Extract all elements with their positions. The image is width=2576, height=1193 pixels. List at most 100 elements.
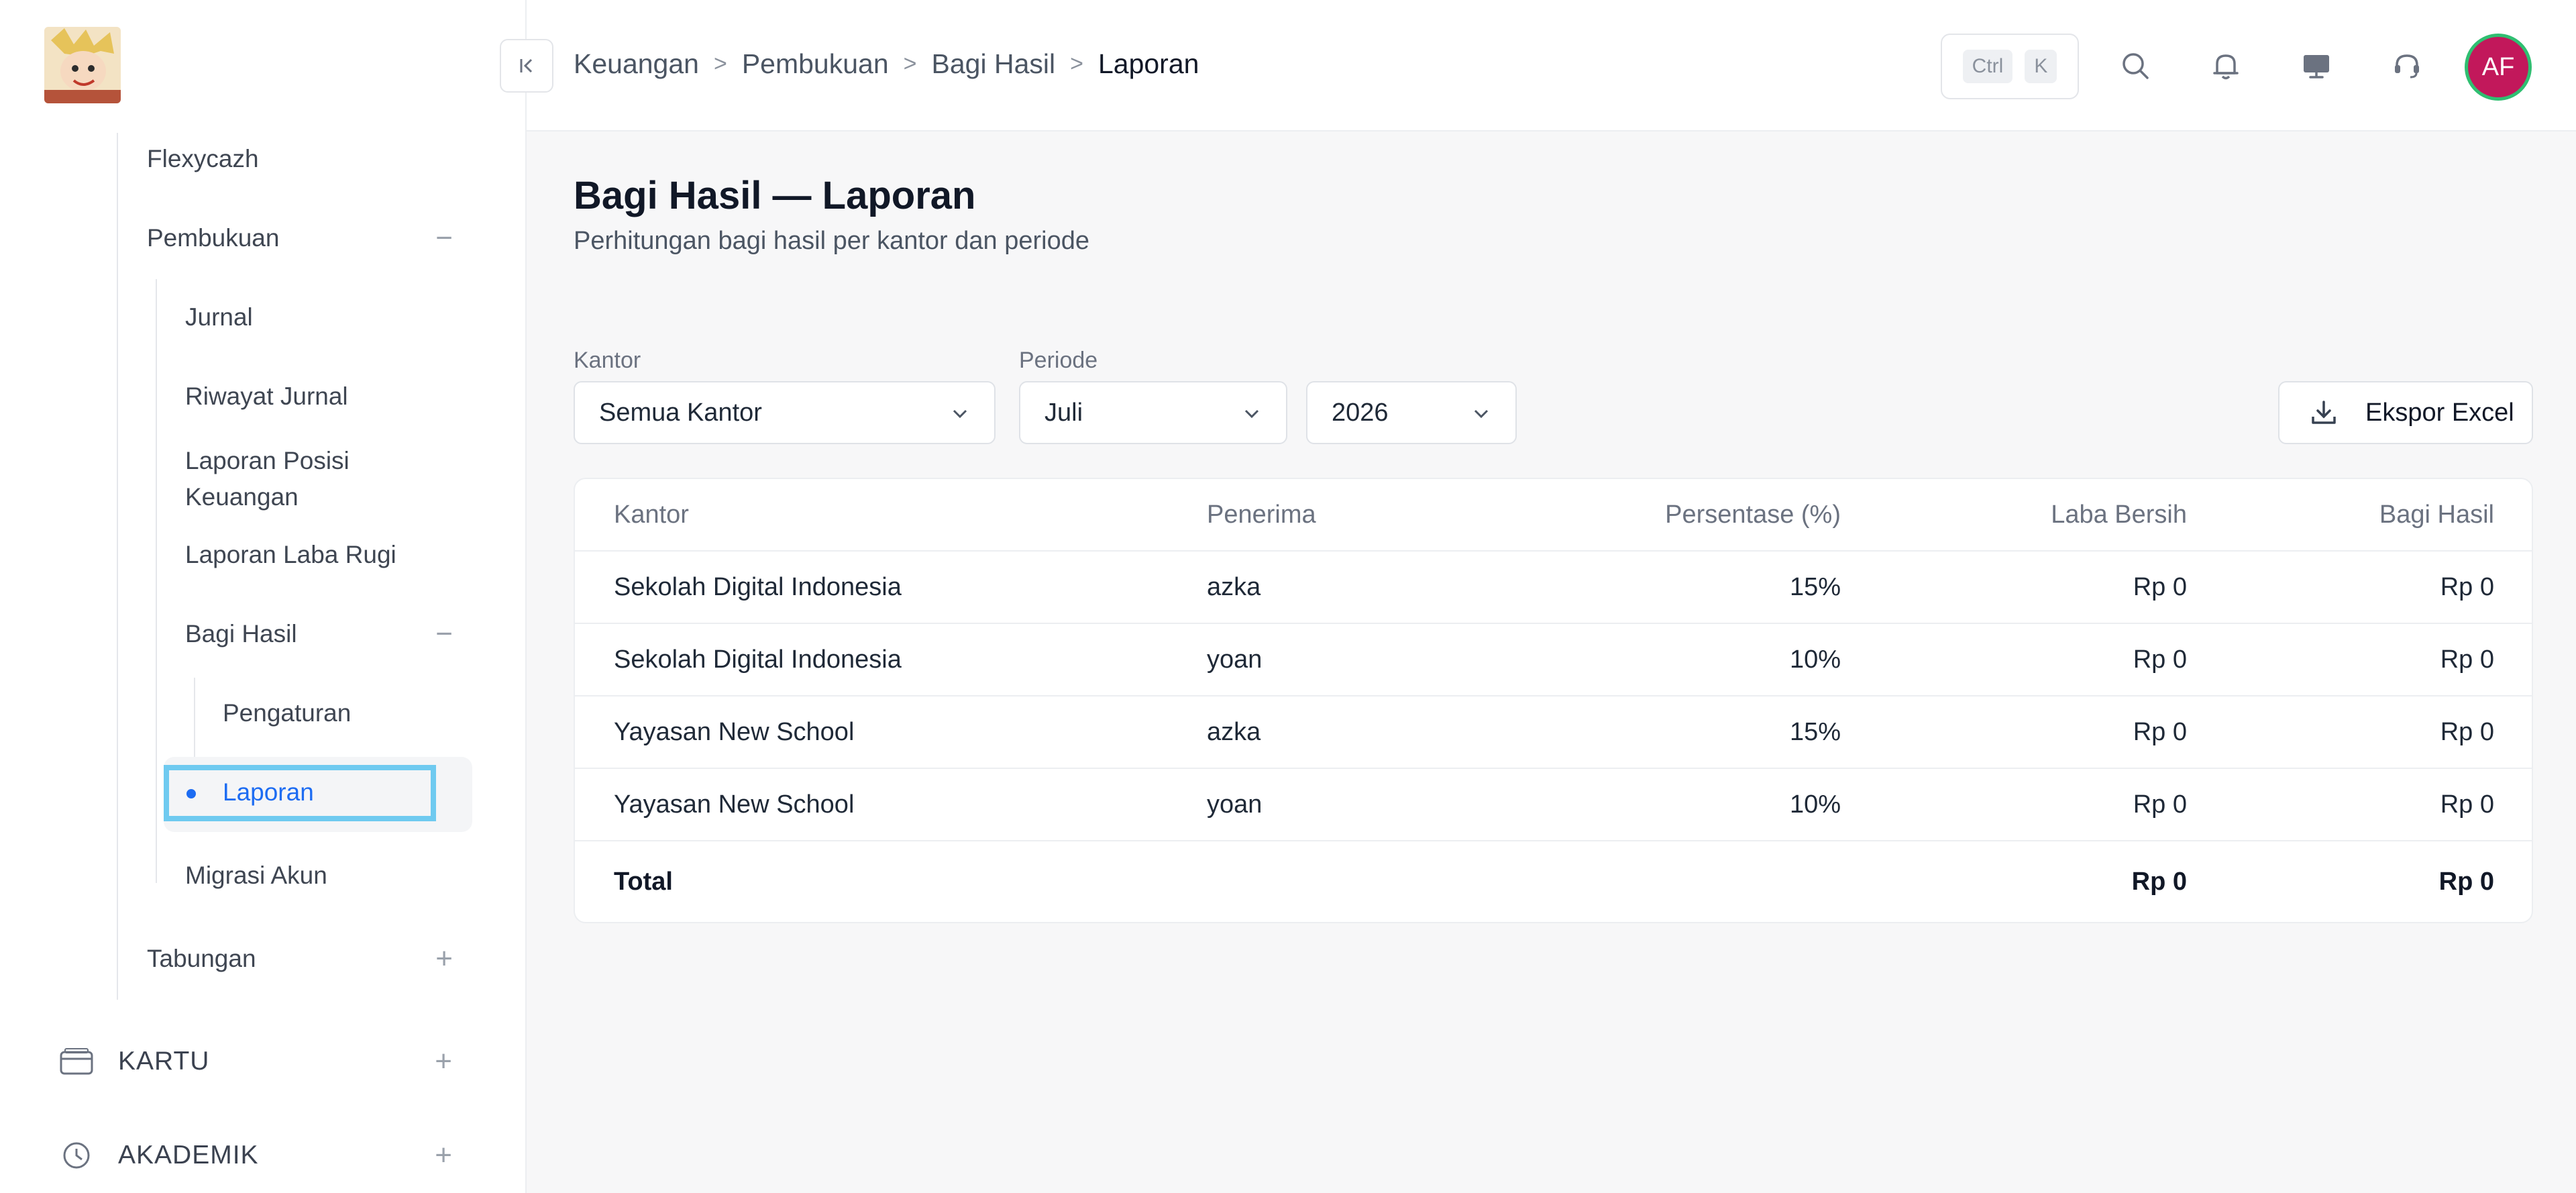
tree-line	[156, 279, 157, 883]
user-avatar[interactable]: AF	[2465, 34, 2532, 101]
export-excel-button[interactable]: Ekspor Excel	[2278, 381, 2533, 444]
total-laba-bersih: Rp 0	[2131, 867, 2187, 896]
cell-kantor: Yayasan New School	[614, 790, 855, 819]
app-logo[interactable]	[44, 27, 121, 103]
cell-bagi-hasil: Rp 0	[2440, 717, 2494, 746]
cell-laba-bersih: Rp 0	[2133, 717, 2187, 746]
cell-laba-bersih: Rp 0	[2133, 572, 2187, 601]
kbd-k: K	[2025, 50, 2057, 83]
cell-kantor: Sekolah Digital Indonesia	[614, 645, 902, 674]
breadcrumb-item-pembukuan[interactable]: Pembukuan	[742, 48, 889, 80]
sidebar-item-label: Pengaturan	[223, 699, 352, 727]
sidebar-item-pengaturan[interactable]: Pengaturan	[223, 699, 351, 727]
command-palette-shortcut[interactable]: Ctrl K	[1941, 34, 2079, 99]
sidebar-item-riwayat-jurnal[interactable]: Riwayat Jurnal	[185, 382, 348, 411]
cell-persentase: 15%	[1789, 572, 1841, 601]
sidebar-item-bagi-hasil[interactable]: Bagi Hasil −	[185, 617, 453, 651]
month-select[interactable]: Juli	[1019, 381, 1287, 444]
sidebar-item-label: Laporan Posisi Keuangan	[185, 447, 350, 511]
chevron-right-icon: >	[903, 51, 917, 76]
section-label: KARTU	[118, 1047, 210, 1076]
sidebar-item-label: Migrasi Akun	[185, 862, 327, 889]
sidebar-item-laporan[interactable]: Laporan	[223, 778, 314, 807]
kantor-select[interactable]: Semua Kantor	[574, 381, 996, 444]
sidebar-item-label: Bagi Hasil	[185, 620, 297, 647]
table-total-row: Total Rp 0 Rp 0	[575, 841, 2532, 922]
table-row: Sekolah Digital Indonesia yoan 10% Rp 0 …	[575, 624, 2532, 696]
chevron-down-icon	[1244, 409, 1259, 419]
table-row: Yayasan New School yoan 10% Rp 0 Rp 0	[575, 769, 2532, 841]
year-select[interactable]: 2026	[1306, 381, 1517, 444]
column-header-bagi-hasil: Bagi Hasil	[2379, 500, 2494, 529]
sidebar-item-label: Laporan	[223, 778, 314, 806]
active-dot-icon	[186, 789, 196, 798]
cell-persentase: 10%	[1789, 645, 1841, 674]
cell-penerima: yoan	[1207, 645, 1263, 674]
academic-icon	[63, 1142, 90, 1169]
breadcrumb-item-keuangan[interactable]: Keuangan	[574, 48, 699, 80]
table-header-row: Kantor Penerima Persentase (%) Laba Bers…	[575, 479, 2532, 552]
cell-penerima: azka	[1207, 717, 1261, 746]
cell-bagi-hasil: Rp 0	[2440, 645, 2494, 674]
total-label: Total	[614, 867, 673, 896]
cell-bagi-hasil: Rp 0	[2440, 790, 2494, 819]
sidebar-item-label: Riwayat Jurnal	[185, 382, 348, 410]
cell-persentase: 15%	[1789, 717, 1841, 746]
expand-icon[interactable]: +	[435, 1045, 453, 1078]
headset-icon[interactable]	[2387, 46, 2427, 86]
periode-label: Periode	[1019, 348, 1098, 373]
collapse-icon[interactable]: −	[435, 221, 453, 255]
bell-icon[interactable]	[2206, 46, 2246, 86]
sidebar-item-pembukuan[interactable]: Pembukuan −	[147, 221, 453, 255]
kbd-ctrl: Ctrl	[1962, 50, 2013, 83]
sidebar-section-kartu[interactable]: KARTU +	[59, 1045, 453, 1078]
sidebar-item-jurnal[interactable]: Jurnal	[185, 303, 253, 331]
cell-bagi-hasil: Rp 0	[2440, 572, 2494, 601]
expand-icon[interactable]: +	[435, 942, 453, 976]
sidebar-section-akademik[interactable]: AKADEMIK +	[59, 1139, 453, 1172]
download-icon	[2312, 401, 2336, 424]
cell-laba-bersih: Rp 0	[2133, 645, 2187, 674]
cell-laba-bersih: Rp 0	[2133, 790, 2187, 819]
table-row: Sekolah Digital Indonesia azka 15% Rp 0 …	[575, 552, 2532, 624]
search-icon[interactable]	[2115, 46, 2155, 86]
total-bagi-hasil: Rp 0	[2438, 867, 2494, 896]
sidebar-item-label: Pembukuan	[147, 224, 280, 252]
bagi-hasil-table: Kantor Penerima Persentase (%) Laba Bers…	[574, 478, 2533, 923]
sidebar-item-flexycazh[interactable]: Flexycazh	[147, 145, 259, 173]
monitor-icon[interactable]	[2296, 46, 2337, 86]
sidebar-collapse-button[interactable]	[500, 39, 553, 93]
section-label: AKADEMIK	[118, 1141, 259, 1170]
tree-line	[117, 133, 118, 1000]
sidebar-item-label: Laporan Laba Rugi	[185, 541, 396, 568]
collapse-sidebar-icon	[520, 58, 533, 73]
sidebar-item-tabungan[interactable]: Tabungan +	[147, 942, 453, 976]
month-select-value: Juli	[1044, 398, 1083, 427]
column-header-penerima: Penerima	[1207, 500, 1316, 529]
chevron-right-icon: >	[1070, 51, 1083, 76]
page-title: Bagi Hasil — Laporan	[574, 174, 976, 217]
sidebar-item-label: Tabungan	[147, 945, 256, 972]
collapse-icon[interactable]: −	[435, 617, 453, 651]
page-subtitle: Perhitungan bagi hasil per kantor dan pe…	[574, 227, 1089, 255]
card-icon	[60, 1048, 93, 1075]
cell-penerima: azka	[1207, 572, 1261, 601]
sidebar-item-laporan-laba-rugi[interactable]: Laporan Laba Rugi	[185, 541, 396, 569]
export-button-label: Ekspor Excel	[2365, 398, 2514, 427]
breadcrumb-item-current: Laporan	[1097, 48, 1199, 79]
cell-kantor: Sekolah Digital Indonesia	[614, 572, 902, 601]
breadcrumb: Keuangan > Pembukuan > Bagi Hasil > Lapo…	[574, 48, 1199, 80]
cell-kantor: Yayasan New School	[614, 717, 855, 746]
table-row: Yayasan New School azka 15% Rp 0 Rp 0	[575, 696, 2532, 769]
sidebar: Flexycazh Pembukuan − Jurnal Riwayat Jur…	[0, 0, 527, 1193]
sidebar-item-laporan-posisi-keuangan[interactable]: Laporan Posisi Keuangan	[185, 443, 386, 515]
column-header-kantor: Kantor	[614, 500, 689, 529]
cell-persentase: 10%	[1789, 790, 1841, 819]
sidebar-item-label: Flexycazh	[147, 145, 259, 172]
expand-icon[interactable]: +	[435, 1139, 453, 1172]
cell-penerima: yoan	[1207, 790, 1263, 819]
breadcrumb-item-bagi-hasil[interactable]: Bagi Hasil	[932, 48, 1056, 80]
chevron-down-icon	[953, 409, 967, 419]
sidebar-item-migrasi-akun[interactable]: Migrasi Akun	[185, 862, 327, 890]
chevron-down-icon	[1474, 409, 1489, 419]
